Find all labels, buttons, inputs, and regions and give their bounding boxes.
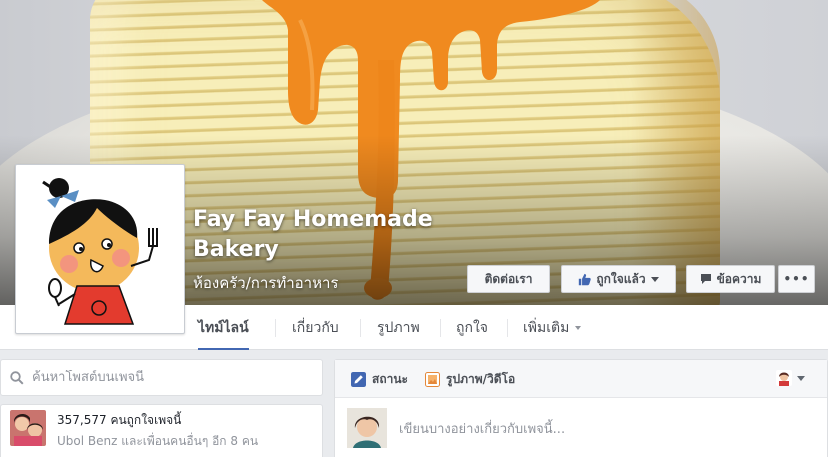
poster-avatar bbox=[776, 370, 792, 386]
message-icon bbox=[700, 274, 711, 284]
more-options-button[interactable]: ••• bbox=[778, 265, 815, 293]
thumbs-up-icon bbox=[579, 273, 592, 285]
search-icon bbox=[10, 370, 24, 385]
composer-body: เขียนบางอย่างเกี่ยวกับเพจนี้... bbox=[347, 408, 565, 448]
tab-likes[interactable]: ถูกใจ bbox=[456, 305, 488, 350]
page-category[interactable]: ห้องครัว/การทำอาหาร bbox=[193, 271, 338, 295]
likes-count[interactable]: 357,577 คนถูกใจเพจนี้ bbox=[57, 411, 181, 430]
profile-picture[interactable] bbox=[15, 164, 185, 334]
tab-more[interactable]: เพิ่มเติม bbox=[523, 305, 582, 350]
tab-timeline[interactable]: ไทม์ไลน์ bbox=[198, 305, 249, 350]
message-label: ข้อความ bbox=[716, 271, 762, 286]
search-input[interactable] bbox=[32, 370, 312, 385]
contact-us-label: ติดต่อเรา bbox=[484, 271, 533, 286]
liked-label: ถูกใจแล้ว bbox=[596, 271, 646, 286]
chevron-down-icon bbox=[650, 276, 659, 282]
tab-photos[interactable]: รูปภาพ bbox=[377, 305, 420, 350]
post-as-selector[interactable] bbox=[776, 370, 805, 386]
user-avatar bbox=[347, 408, 387, 448]
photo-video-tab[interactable]: รูปภาพ/วิดีโอ bbox=[425, 360, 515, 398]
pencil-icon bbox=[351, 371, 366, 387]
page-title: Fay Fay Homemade Bakery bbox=[193, 207, 433, 262]
chevron-down-icon bbox=[797, 375, 805, 381]
contact-us-button[interactable]: ติดต่อเรา bbox=[467, 265, 550, 293]
chevron-down-icon bbox=[575, 325, 582, 330]
cartoon-girl-logo bbox=[19, 168, 181, 330]
liked-button[interactable]: ถูกใจแล้ว bbox=[561, 265, 676, 293]
tab-about[interactable]: เกี่ยวกับ bbox=[292, 305, 339, 350]
composer-input[interactable]: เขียนบางอย่างเกี่ยวกับเพจนี้... bbox=[399, 418, 565, 439]
message-button[interactable]: ข้อความ bbox=[686, 265, 775, 293]
likes-summary: 357,577 คนถูกใจเพจนี้ Ubol Benz และเพื่อ… bbox=[0, 404, 323, 457]
post-composer: สถานะ รูปภาพ/วิดีโอ เขียนบางอย่างเกี่ยวก… bbox=[334, 359, 828, 457]
composer-tabs: สถานะ รูปภาพ/วิดีโอ bbox=[335, 360, 827, 398]
photo-icon bbox=[425, 371, 440, 387]
friends-who-like[interactable]: Ubol Benz และเพื่อนคนอื่นๆ อีก 8 คน bbox=[57, 432, 258, 451]
page-search bbox=[0, 359, 323, 396]
more-options-label: ••• bbox=[783, 272, 810, 286]
friend-avatar[interactable] bbox=[10, 410, 46, 446]
status-tab[interactable]: สถานะ bbox=[351, 360, 408, 398]
